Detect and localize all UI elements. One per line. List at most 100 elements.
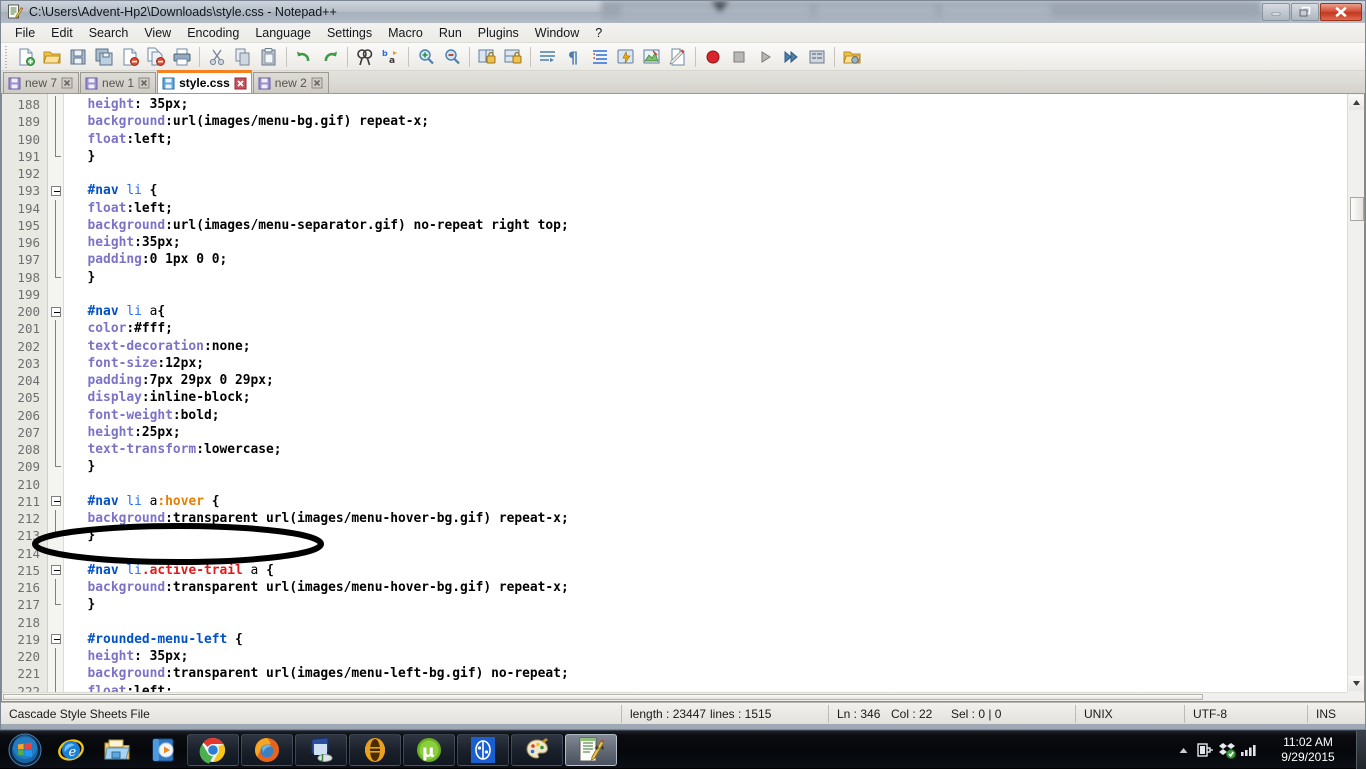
windows-explorer-icon[interactable] xyxy=(94,732,140,768)
code-line[interactable]: height:35px; xyxy=(72,234,1347,251)
code-line[interactable]: padding:7px 29px 0 29px; xyxy=(72,372,1347,389)
indent-guide-icon[interactable] xyxy=(587,45,613,69)
tab-close-icon[interactable] xyxy=(311,77,323,89)
save-icon[interactable] xyxy=(65,45,91,69)
code-line[interactable]: height: 35px; xyxy=(72,96,1347,113)
code-line[interactable]: color:#fff; xyxy=(72,320,1347,337)
menu-file[interactable]: File xyxy=(7,24,43,42)
code-line[interactable] xyxy=(72,545,1347,562)
code-line[interactable] xyxy=(72,286,1347,303)
tab-new-7[interactable]: new 7 xyxy=(3,72,80,93)
code-line[interactable]: } xyxy=(72,527,1347,544)
code-line[interactable]: text-transform:lowercase; xyxy=(72,441,1347,458)
code-line[interactable]: font-size:12px; xyxy=(72,355,1347,372)
title-bar[interactable]: C:\Users\Advent-Hp2\Downloads\style.css … xyxy=(1,1,1365,23)
scroll-down-arrow-icon[interactable] xyxy=(1349,676,1364,691)
tab-new-1[interactable]: new 1 xyxy=(80,72,157,93)
code-view[interactable]: 188 189 190 191 192 193 194 195 196 197 198 199 200 2… xyxy=(2,94,1347,692)
internet-explorer-icon[interactable]: e xyxy=(48,732,94,768)
tab-style-css[interactable]: style.css xyxy=(157,70,252,93)
tab-close-icon[interactable] xyxy=(234,77,247,90)
fold-marker[interactable] xyxy=(48,631,63,648)
sync-vertical-scroll-icon[interactable] xyxy=(474,45,500,69)
editor-area[interactable]: 188 189 190 191 192 193 194 195 196 197 198 199 200 2… xyxy=(1,94,1365,702)
power-plug-icon[interactable] xyxy=(1194,731,1216,769)
code-line[interactable]: } xyxy=(72,458,1347,475)
code-text[interactable]: height: 35px; background:url(images/menu… xyxy=(64,94,1347,692)
horizontal-scrollbar-thumb[interactable] xyxy=(3,694,1203,700)
menu-run[interactable]: Run xyxy=(431,24,470,42)
tab-close-icon[interactable] xyxy=(61,77,73,89)
code-line[interactable]: float:left; xyxy=(72,131,1347,148)
copy-icon[interactable] xyxy=(230,45,256,69)
new-icon[interactable] xyxy=(13,45,39,69)
code-line[interactable]: height:25px; xyxy=(72,424,1347,441)
close-all-icon[interactable] xyxy=(143,45,169,69)
code-line[interactable]: } xyxy=(72,148,1347,165)
save-all-icon[interactable] xyxy=(91,45,117,69)
menu-language[interactable]: Language xyxy=(247,24,319,42)
menu-encoding[interactable]: Encoding xyxy=(179,24,247,42)
menu-search[interactable]: Search xyxy=(81,24,137,42)
scroll-up-arrow-icon[interactable] xyxy=(1349,95,1364,110)
code-line[interactable] xyxy=(72,476,1347,493)
tab-close-icon[interactable] xyxy=(138,77,150,89)
code-line[interactable]: font-weight:bold; xyxy=(72,407,1347,424)
tab-new-2[interactable]: new 2 xyxy=(252,72,329,93)
print-icon[interactable] xyxy=(169,45,195,69)
google-chrome-icon[interactable] xyxy=(187,733,239,766)
replace-icon[interactable]: b a xyxy=(378,45,404,69)
macro-stop-icon[interactable] xyxy=(726,45,752,69)
code-line[interactable]: #nav li { xyxy=(72,182,1347,199)
code-line[interactable]: #nav li a:hover { xyxy=(72,493,1347,510)
close-icon[interactable] xyxy=(117,45,143,69)
menu-window[interactable]: Window xyxy=(527,24,587,42)
user-defined-language-icon[interactable] xyxy=(613,45,639,69)
close-button[interactable] xyxy=(1320,3,1362,21)
function-list-icon[interactable] xyxy=(665,45,691,69)
code-line[interactable] xyxy=(72,614,1347,631)
paint-icon[interactable] xyxy=(511,733,563,766)
minimize-button[interactable] xyxy=(1262,3,1290,21)
fold-marker[interactable] xyxy=(48,562,63,579)
dropbox-icon[interactable] xyxy=(1216,731,1238,769)
code-line[interactable]: float:left; xyxy=(72,200,1347,217)
fold-marker[interactable] xyxy=(48,303,63,320)
menu-help[interactable]: ? xyxy=(587,24,610,42)
fold-marker[interactable] xyxy=(48,182,63,199)
opera-browser-icon[interactable] xyxy=(349,733,401,766)
macro-save-icon[interactable] xyxy=(804,45,830,69)
word-wrap-icon[interactable] xyxy=(535,45,561,69)
code-line[interactable]: background:url(images/menu-separator.gif… xyxy=(72,217,1347,234)
code-line[interactable]: display:inline-block; xyxy=(72,389,1347,406)
menu-edit[interactable]: Edit xyxy=(43,24,81,42)
clock[interactable]: 11:02 AM 9/29/2015 xyxy=(1260,731,1356,769)
folder-as-workspace-icon[interactable] xyxy=(839,45,865,69)
vertical-scrollbar[interactable] xyxy=(1347,94,1364,692)
network-signal-icon[interactable] xyxy=(1238,731,1260,769)
sync-horizontal-scroll-icon[interactable] xyxy=(500,45,526,69)
code-line[interactable]: height: 35px; xyxy=(72,648,1347,665)
undo-icon[interactable] xyxy=(291,45,317,69)
open-icon[interactable] xyxy=(39,45,65,69)
code-line[interactable]: background:transparent url(images/menu-l… xyxy=(72,665,1347,682)
redo-icon[interactable] xyxy=(317,45,343,69)
windows-media-player-icon[interactable] xyxy=(140,732,186,768)
toolbar-grip[interactable] xyxy=(3,45,11,68)
code-line[interactable]: #nav li.active-trail a { xyxy=(72,562,1347,579)
blue-application-icon[interactable] xyxy=(457,733,509,766)
menu-plugins[interactable]: Plugins xyxy=(470,24,527,42)
code-line[interactable]: background:url(images/menu-bg.gif) repea… xyxy=(72,113,1347,130)
find-icon[interactable] xyxy=(352,45,378,69)
windows-start-orb-icon[interactable] xyxy=(2,732,48,768)
code-line[interactable] xyxy=(72,165,1347,182)
paste-icon[interactable] xyxy=(256,45,282,69)
mozilla-firefox-icon[interactable] xyxy=(241,733,293,766)
menu-view[interactable]: View xyxy=(136,24,179,42)
restore-button[interactable] xyxy=(1291,3,1319,21)
document-map-icon[interactable] xyxy=(639,45,665,69)
cut-icon[interactable] xyxy=(204,45,230,69)
notepad-plus-plus-icon[interactable]: ++ xyxy=(565,733,617,766)
remote-desktop-icon[interactable]: J xyxy=(295,733,347,766)
code-line[interactable]: #rounded-menu-left { xyxy=(72,631,1347,648)
